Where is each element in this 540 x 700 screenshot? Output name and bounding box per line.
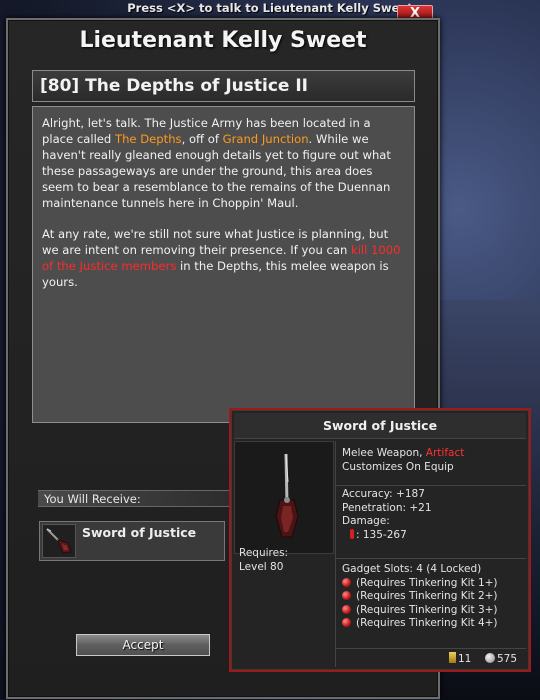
locked-slot-icon	[342, 604, 351, 614]
damage-type-icon	[350, 528, 354, 539]
tooltip-divider	[234, 438, 526, 439]
description-paragraph-1: Alright, let's talk. The Justice Army ha…	[42, 116, 391, 210]
sword-icon	[42, 524, 76, 558]
location-link-grand-junction: Grand Junction	[222, 132, 309, 146]
interaction-hint: Press <X> to talk to Lieutenant Kelly Sw…	[127, 1, 413, 15]
tooltip-divider	[335, 485, 526, 486]
reward-section-label: You Will Receive:	[38, 490, 238, 507]
item-tooltip: Sword of Justice Melee Weapon, Artifact …	[229, 408, 531, 672]
gadget-slot-3: (Requires Tinkering Kit 3+)	[342, 604, 498, 618]
mission-description: Alright, let's talk. The Justice Army ha…	[32, 106, 415, 423]
tooltip-divider	[335, 441, 336, 667]
tooltip-requirements: Requires: Level 80	[239, 547, 288, 574]
reward-item-name: Sword of Justice	[82, 525, 197, 540]
token-count: 11	[449, 650, 471, 668]
stat-damage-label: Damage:	[342, 515, 390, 527]
token-icon	[449, 652, 456, 663]
npc-name: Lieutenant Kelly Sweet	[79, 28, 367, 53]
tooltip-divider	[335, 558, 526, 559]
locked-slot-icon	[342, 591, 351, 600]
stat-accuracy: Accuracy: +187	[342, 488, 425, 500]
gadget-slot-1: (Requires Tinkering Kit 1+)	[342, 577, 498, 591]
requires-level: Level 80	[239, 560, 284, 573]
item-rarity: Artifact	[425, 447, 465, 459]
tooltip-footer: 11 575	[335, 650, 525, 668]
stat-damage: : 135-267	[342, 528, 432, 543]
tooltip-stats: Accuracy: +187 Penetration: +21 Damage: …	[342, 488, 432, 542]
sell-price: 575	[485, 650, 517, 668]
gadget-slot-4: (Requires Tinkering Kit 4+)	[342, 617, 498, 631]
description-paragraph-2: At any rate, we're still not sure what J…	[42, 227, 401, 289]
tooltip-divider	[335, 648, 526, 649]
accept-button[interactable]: Accept	[76, 634, 210, 656]
requires-label: Requires:	[239, 547, 289, 559]
locked-slot-icon	[342, 618, 351, 627]
customize-note: Customizes On Equip	[342, 460, 454, 473]
reward-item-slot[interactable]: Sword of Justice	[39, 521, 225, 561]
tooltip-item-type: Melee Weapon, Artifact Customizes On Equ…	[342, 447, 465, 473]
locked-slot-icon	[342, 577, 351, 587]
tooltip-item-image	[234, 441, 334, 554]
tooltip-gadget-slots: Gadget Slots: 4 (4 Locked) (Requires Tin…	[342, 563, 498, 631]
location-link-the-depths: The Depths	[114, 132, 182, 146]
gadget-slot-2: (Requires Tinkering Kit 2+)	[342, 590, 498, 604]
mission-title: [80] The Depths of Justice II	[32, 70, 415, 102]
tooltip-item-name: Sword of Justice	[234, 413, 526, 439]
coin-icon	[485, 653, 495, 663]
gadget-slots-summary: Gadget Slots: 4 (4 Locked)	[342, 563, 482, 575]
sword-icon	[275, 453, 299, 538]
stat-penetration: Penetration: +21	[342, 501, 432, 514]
